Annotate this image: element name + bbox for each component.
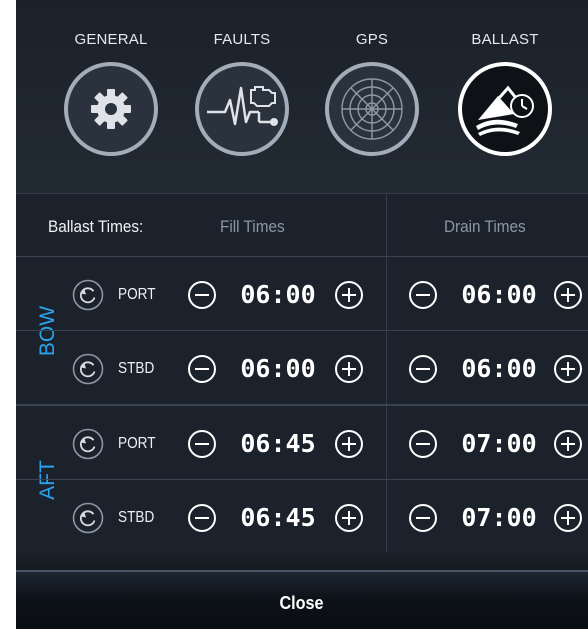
nav-tab-general[interactable]: GENERAL [56, 30, 166, 156]
aft-port-drain-increase-button[interactable] [553, 429, 583, 459]
aft-port-drain-time: 07:00 [461, 429, 537, 458]
plus-circle-icon [553, 280, 583, 310]
table-row-bow-port: PORT 06:00 06:00 [16, 257, 588, 331]
aft-stbd-fill-increase-button[interactable] [334, 503, 364, 533]
bow-port-drain-increase-button[interactable] [553, 280, 583, 310]
plus-circle-icon [334, 429, 364, 459]
minus-circle-icon [408, 354, 438, 384]
nav-tab-gps[interactable]: GPS [317, 30, 427, 156]
close-button-label: Close [279, 593, 325, 613]
bow-port-drain-time: 06:00 [461, 280, 537, 309]
bow-stbd-drain-increase-button[interactable] [553, 354, 583, 384]
ballast-wave-clock-icon [476, 85, 534, 136]
footer-divider [16, 552, 588, 570]
bow-port-fill-time: 06:00 [240, 280, 316, 309]
minus-circle-icon [187, 280, 217, 310]
reset-aft-port-button[interactable] [72, 428, 104, 460]
reset-icon [72, 428, 104, 460]
nav-tab-general-button[interactable] [64, 62, 158, 156]
reset-bow-port-button[interactable] [72, 279, 104, 311]
reset-icon [72, 279, 104, 311]
nav-tab-ballast-label: BALLAST [471, 31, 539, 48]
table-header-row: Ballast Times: Fill Times Drain Times [16, 194, 588, 257]
fill-times-column-header: Fill Times [220, 217, 285, 236]
table-row-aft-stbd: STBD 06:45 07:00 [16, 480, 588, 553]
plus-circle-icon [553, 503, 583, 533]
table-row-aft-port: PORT 06:45 07:00 [16, 406, 588, 480]
side-label-port: PORT [118, 435, 156, 452]
nav-tab-gps-label: GPS [355, 31, 389, 48]
nav-tab-faults[interactable]: FAULTS [187, 30, 297, 156]
aft-stbd-fill-decrease-button[interactable] [187, 503, 217, 533]
plus-circle-icon [553, 429, 583, 459]
side-label-port: PORT [118, 286, 156, 303]
engine-fault-icon [207, 86, 278, 126]
bow-stbd-fill-decrease-button[interactable] [187, 354, 217, 384]
close-button[interactable]: Close [16, 570, 588, 629]
ballast-times-heading: Ballast Times: [48, 217, 144, 236]
radar-icon [341, 78, 403, 140]
aft-stbd-drain-time: 07:00 [461, 503, 537, 532]
bow-stbd-fill-increase-button[interactable] [334, 354, 364, 384]
table-row-bow-stbd: STBD 06:00 06:00 [16, 331, 588, 404]
aft-port-fill-decrease-button[interactable] [187, 429, 217, 459]
bow-port-fill-decrease-button[interactable] [187, 280, 217, 310]
gear-icon [91, 89, 131, 129]
aft-group: AFT PORT 06:45 07:00 STBD 06:45 07:00 [16, 406, 588, 553]
aft-stbd-drain-increase-button[interactable] [553, 503, 583, 533]
aft-port-drain-decrease-button[interactable] [408, 429, 438, 459]
aft-port-fill-time: 06:45 [240, 429, 316, 458]
minus-circle-icon [187, 503, 217, 533]
minus-circle-icon [187, 354, 217, 384]
top-navigation: GENERAL FAULTS GPS BALLAST [16, 0, 588, 194]
nav-tab-general-label: GENERAL [74, 31, 148, 48]
plus-circle-icon [334, 354, 364, 384]
nav-tab-faults-button[interactable] [195, 62, 289, 156]
side-label-stbd: STBD [118, 509, 155, 526]
minus-circle-icon [408, 503, 438, 533]
aft-stbd-drain-decrease-button[interactable] [408, 503, 438, 533]
ballast-times-table: Ballast Times: Fill Times Drain Times BO… [16, 194, 588, 552]
nav-tab-faults-label: FAULTS [213, 31, 271, 48]
reset-bow-stbd-button[interactable] [72, 353, 104, 385]
plus-circle-icon [553, 354, 583, 384]
bow-group: BOW PORT 06:00 06:00 STBD 06:00 06:00 [16, 257, 588, 406]
bow-stbd-fill-time: 06:00 [240, 354, 316, 383]
bow-stbd-drain-time: 06:00 [461, 354, 537, 383]
plus-circle-icon [334, 503, 364, 533]
reset-icon [72, 502, 104, 534]
plus-circle-icon [334, 280, 364, 310]
bow-port-drain-decrease-button[interactable] [408, 280, 438, 310]
aft-stbd-fill-time: 06:45 [240, 503, 316, 532]
drain-times-column-header: Drain Times [444, 217, 526, 236]
side-label-stbd: STBD [118, 360, 155, 377]
bow-stbd-drain-decrease-button[interactable] [408, 354, 438, 384]
minus-circle-icon [187, 429, 217, 459]
ballast-settings-panel: GENERAL FAULTS GPS BALLAST Ballast Times… [16, 0, 588, 629]
bow-port-fill-increase-button[interactable] [334, 280, 364, 310]
aft-port-fill-increase-button[interactable] [334, 429, 364, 459]
reset-aft-stbd-button[interactable] [72, 502, 104, 534]
minus-circle-icon [408, 429, 438, 459]
reset-icon [72, 353, 104, 385]
minus-circle-icon [408, 280, 438, 310]
nav-tab-gps-button[interactable] [325, 62, 419, 156]
nav-tab-ballast[interactable]: BALLAST [450, 30, 560, 156]
nav-tab-ballast-button[interactable] [458, 62, 552, 156]
